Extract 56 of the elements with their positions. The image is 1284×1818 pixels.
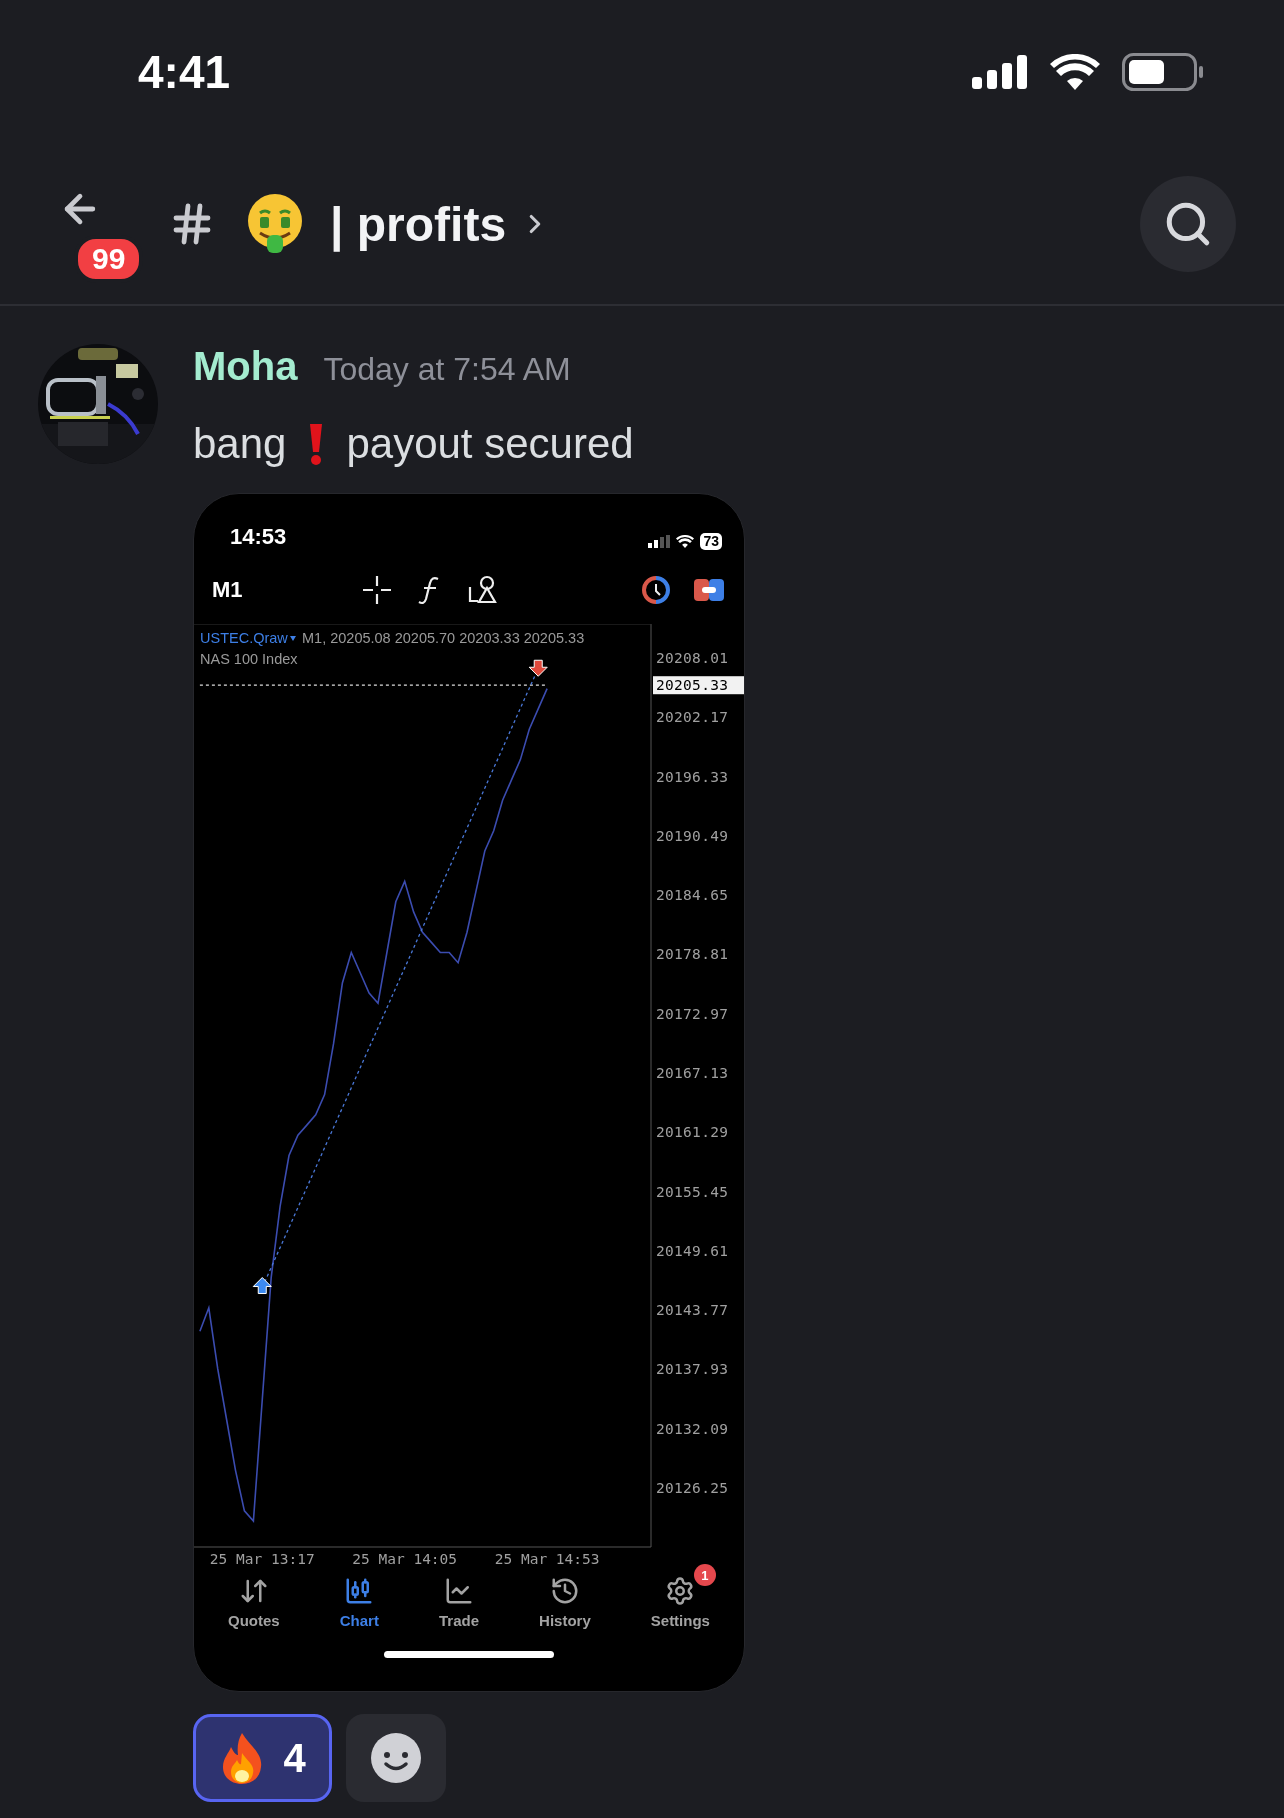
crosshair-icon[interactable] [362,575,392,605]
author-name[interactable]: Moha [193,344,298,389]
y-axis-label: 20178.81 [656,946,729,963]
shapes-icon[interactable] [468,575,498,605]
add-reaction-button[interactable] [346,1714,446,1802]
y-axis-label: 20172.97 [656,1005,729,1022]
battery-level: 73 [700,532,722,550]
message-text: payout secured [346,420,634,468]
wifi-icon [676,534,695,548]
signal-icon [648,534,671,548]
y-axis-label: 20190.49 [656,827,729,844]
y-axis-label: 20126.25 [656,1480,729,1496]
current-price-label: 20205.33 [656,677,729,694]
add-reaction-icon [370,1732,422,1784]
clock-icon[interactable] [642,576,670,604]
timestamp: Today at 7:54 AM [323,351,571,388]
y-axis-label: 20184.65 [656,887,729,904]
nav-tab[interactable]: Settings 1 [644,1564,716,1629]
line-chart-icon [444,1576,474,1606]
y-axis-label: 20143.77 [656,1302,729,1319]
exclamation-icon [308,422,325,466]
buy-arrow-icon [252,1277,272,1294]
y-axis-label: 20208.01 [656,650,729,666]
y-axis-label: 20161.29 [656,1124,729,1141]
wifi-icon [1050,54,1100,90]
symbol-label[interactable]: USTEC.Qraw [200,630,288,646]
dropdown-caret-icon [290,636,296,641]
y-axis-label: 20132.09 [656,1420,729,1437]
channel-name[interactable]: | profits [330,196,507,252]
y-axis-label: 20202.17 [656,709,729,726]
sell-arrow-icon [528,659,548,677]
notification-badge: 1 [693,1564,716,1586]
message-text: bang [193,420,287,468]
y-axis-label: 20137.93 [656,1361,729,1378]
nav-tab[interactable]: Quotes [222,1564,286,1629]
y-axis-label: 20149.61 [656,1242,729,1259]
instrument-description: NAS 100 Index [200,651,298,667]
quote-values: M1, 20205.08 20205.70 20203.33 20205.33 [302,630,585,646]
x-axis-label: 25 Mar 13:17 [209,1551,315,1567]
screenshot-time: 14:53 [230,524,287,550]
x-axis-label: 25 Mar 14:53 [494,1551,600,1567]
nav-tab[interactable]: Chart [333,1564,385,1629]
y-axis-label: 20155.45 [656,1183,729,1200]
money-face-icon [246,193,304,255]
battery-icon [1122,53,1204,91]
toggle-icon[interactable] [694,579,724,601]
status-time: 4:41 [138,45,231,99]
nav-tab[interactable]: History [533,1564,597,1629]
signal-icon [972,55,1028,89]
x-axis-label: 25 Mar 14:05 [352,1551,458,1567]
y-axis-label: 20196.33 [656,768,729,785]
timeframe-label[interactable]: M1 [212,577,362,603]
y-axis-label: 20167.13 [656,1065,729,1081]
reaction-button[interactable]: 4 [193,1714,332,1802]
settings-icon [665,1576,696,1606]
nav-tab[interactable]: Trade [432,1564,485,1629]
